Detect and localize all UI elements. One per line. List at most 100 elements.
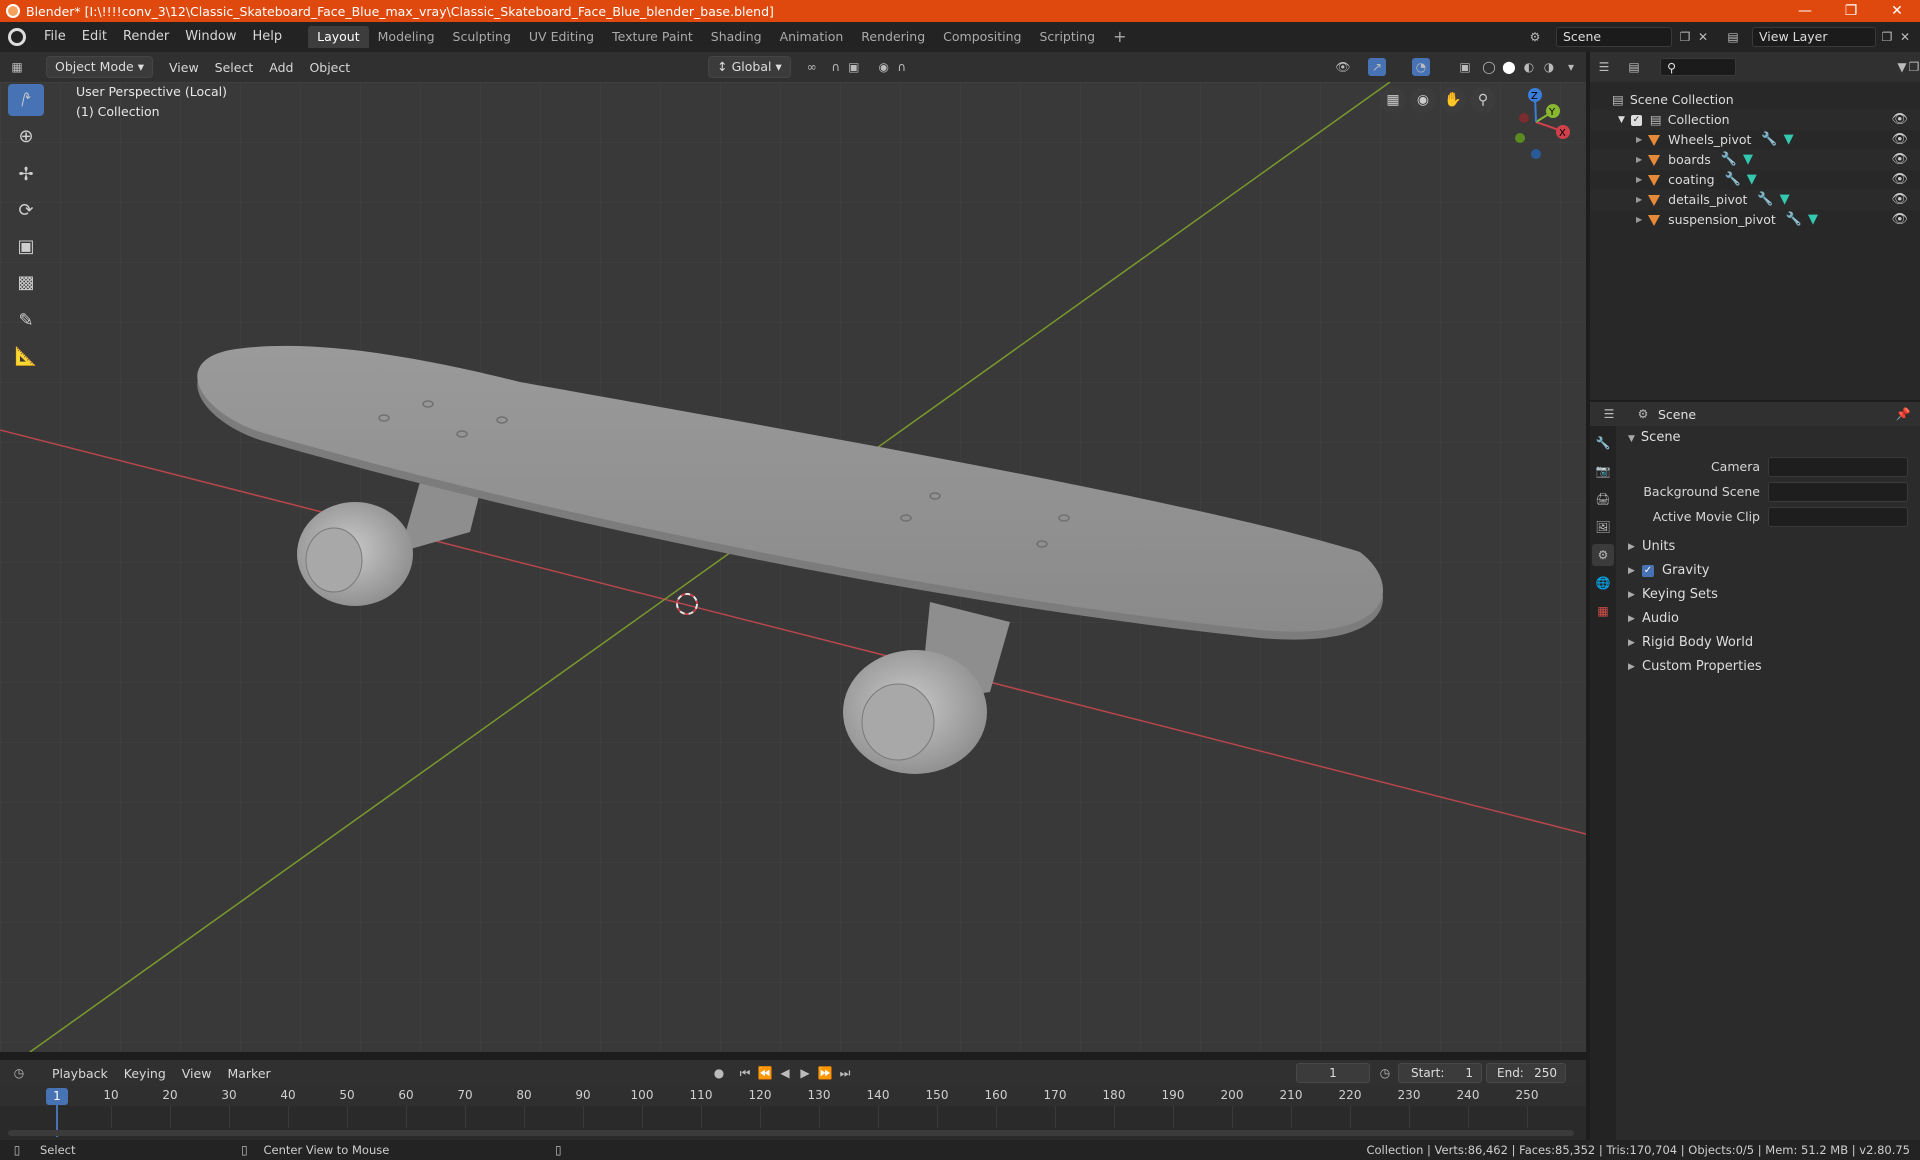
annotate-tool-icon[interactable]: ✎ [8,304,44,336]
viewport-menu-object[interactable]: Object [301,60,358,75]
collection-row[interactable]: ▼ ✓ ▤ Collection 👁 [1590,110,1920,130]
view-layer-field[interactable]: View Layer [1752,27,1876,47]
next-keyframe-icon[interactable]: ⏩ [816,1064,834,1082]
background-scene-field[interactable] [1768,481,1908,502]
outliner-item-coating[interactable]: ▶ coating 🔧 ▼ 👁 [1590,170,1920,190]
mesh-data-icon[interactable]: ▼ [1784,130,1794,150]
record-icon[interactable]: ● [710,1064,728,1082]
scale-tool-icon[interactable]: ▣ [8,230,44,262]
outliner-item-suspension-pivot[interactable]: ▶ suspension_pivot 🔧 ▼ 👁 [1590,210,1920,230]
snap-target-icon[interactable]: ▣ [845,58,863,76]
viewport-menu-select[interactable]: Select [207,60,262,75]
current-frame-field[interactable]: 1 [1296,1063,1370,1083]
object-mode-dropdown[interactable]: Object Mode ▾ [46,56,153,78]
scene-selector-icon[interactable]: ⚙ [1526,28,1544,46]
viewport-menu-view[interactable]: View [161,60,207,75]
delete-view-layer-icon[interactable]: ✕ [1896,28,1914,46]
transform-tool-icon[interactable]: ▩ [8,266,44,298]
tab-animation[interactable]: Animation [771,26,853,48]
timeline-menu-keying[interactable]: Keying [116,1066,174,1081]
custom-properties-subsection[interactable]: ▶ Custom Properties [1620,655,1920,679]
eye-icon[interactable]: 👁 [1891,190,1908,210]
falloff-icon[interactable]: ∩ [893,58,911,76]
new-view-layer-icon[interactable]: ❐ [1878,28,1896,46]
zoom-icon[interactable]: ⚲ [1470,87,1496,113]
modifier-wrench-icon[interactable]: 🔧 [1761,130,1777,150]
modifier-wrench-icon[interactable]: 🔧 [1725,170,1741,190]
menu-edit[interactable]: Edit [74,22,115,52]
editor-type-icon[interactable]: ▦ [8,58,26,76]
mesh-data-icon[interactable]: ▼ [1747,170,1757,190]
xray-toggle-icon[interactable]: ▣ [1456,58,1474,76]
solid-shading-icon[interactable]: ⬤ [1500,58,1518,76]
mesh-data-icon[interactable]: ▼ [1743,150,1753,170]
snap-icon[interactable]: ∩ [827,58,845,76]
shading-options-icon[interactable]: ▾ [1562,58,1580,76]
world-tab-icon[interactable]: 🌐 [1592,572,1614,594]
viewport-menu-add[interactable]: Add [261,60,301,75]
eye-icon[interactable]: 👁 [1891,210,1908,230]
cursor-tool-icon[interactable]: ⊕ [8,120,44,152]
collapse-arrow-icon[interactable]: ▼ [1618,110,1625,130]
tab-shading[interactable]: Shading [702,26,771,48]
scene-tab-icon[interactable]: ⚙ [1592,544,1614,566]
menu-help[interactable]: Help [245,22,291,52]
timeline-scrollbar[interactable] [8,1130,1574,1136]
maximize-icon[interactable]: ❐ [1828,0,1874,22]
camera-view-icon[interactable]: ◉ [1410,87,1436,113]
timeline-menu-view[interactable]: View [174,1066,220,1081]
playhead-frame[interactable]: 1 [46,1088,68,1105]
tab-modeling[interactable]: Modeling [369,26,444,48]
transform-orientation-dropdown[interactable]: ↕ Global ▾ [708,56,791,78]
visibility-icon[interactable]: 👁 [1334,58,1352,76]
output-tab-icon[interactable]: 🖨 [1592,488,1614,510]
preview-range-icon[interactable]: ◷ [1376,1064,1394,1082]
outliner-item-wheels-pivot[interactable]: ▶ Wheels_pivot 🔧 ▼ 👁 [1590,130,1920,150]
timeline-menu-playback[interactable]: Playback [44,1066,116,1081]
view-layer-icon[interactable]: ▤ [1724,28,1742,46]
tab-rendering[interactable]: Rendering [852,26,934,48]
minimize-icon[interactable]: — [1782,0,1828,22]
menu-window[interactable]: Window [177,22,244,52]
end-frame-field[interactable]: End: 250 [1486,1063,1566,1083]
scene-section-header[interactable]: ▼ Scene [1620,426,1920,450]
eye-icon[interactable]: 👁 [1891,130,1908,150]
tab-sculpting[interactable]: Sculpting [444,26,520,48]
timeline-area[interactable]: 1 10 20 30 40 50 60 70 80 90 100 110 120 130 140 150 16… [0,1086,1586,1140]
blender-logo-icon[interactable] [8,28,26,46]
rendered-shading-icon[interactable]: ◑ [1540,58,1558,76]
overlays-toggle-icon[interactable]: ◔ [1412,58,1430,76]
pivot-point-icon[interactable]: ∞ [803,58,821,76]
play-reverse-icon[interactable]: ◀ [776,1064,794,1082]
expand-arrow-icon[interactable]: ▶ [1636,190,1642,210]
pin-icon[interactable]: 📌 [1894,405,1912,423]
navigation-gizmo[interactable]: X Y Z [1500,82,1586,162]
delete-scene-icon[interactable]: ✕ [1694,28,1712,46]
active-movie-clip-field[interactable] [1768,506,1908,527]
modifier-wrench-icon[interactable]: 🔧 [1757,190,1773,210]
modifier-wrench-icon[interactable]: 🔧 [1721,150,1737,170]
mesh-data-icon[interactable]: ▼ [1780,190,1790,210]
menu-render[interactable]: Render [115,22,177,52]
expand-arrow-icon[interactable]: ▶ [1636,150,1642,170]
material-shading-icon[interactable]: ◐ [1520,58,1538,76]
display-mode-icon[interactable]: ▤ [1628,58,1640,76]
tab-texture-paint[interactable]: Texture Paint [603,26,702,48]
tool-tab-icon[interactable]: 🔧 [1592,432,1614,454]
move-tool-icon[interactable]: ✢ [8,158,44,190]
3d-viewport[interactable]: ▦ ◉ ✋ ⚲ X Y Z [0,82,1586,1052]
camera-field[interactable] [1768,456,1908,477]
outliner-item-boards[interactable]: ▶ boards 🔧 ▼ 👁 [1590,150,1920,170]
scene-name-field[interactable]: Scene [1556,27,1672,47]
wireframe-shading-icon[interactable]: ◯ [1480,58,1498,76]
texture-tab-icon[interactable]: ▦ [1592,600,1614,622]
measure-tool-icon[interactable]: 📐 [8,340,44,372]
filter-icon[interactable]: ▼ [1896,58,1908,76]
keying-sets-subsection[interactable]: ▶ Keying Sets [1620,583,1920,607]
toggle-camera-grid-icon[interactable]: ▦ [1380,87,1406,113]
collection-checkbox[interactable]: ✓ [1630,114,1642,126]
gravity-subsection[interactable]: ▶ ✓ Gravity [1620,559,1920,583]
audio-subsection[interactable]: ▶ Audio [1620,607,1920,631]
tab-compositing[interactable]: Compositing [934,26,1030,48]
tab-scripting[interactable]: Scripting [1031,26,1105,48]
